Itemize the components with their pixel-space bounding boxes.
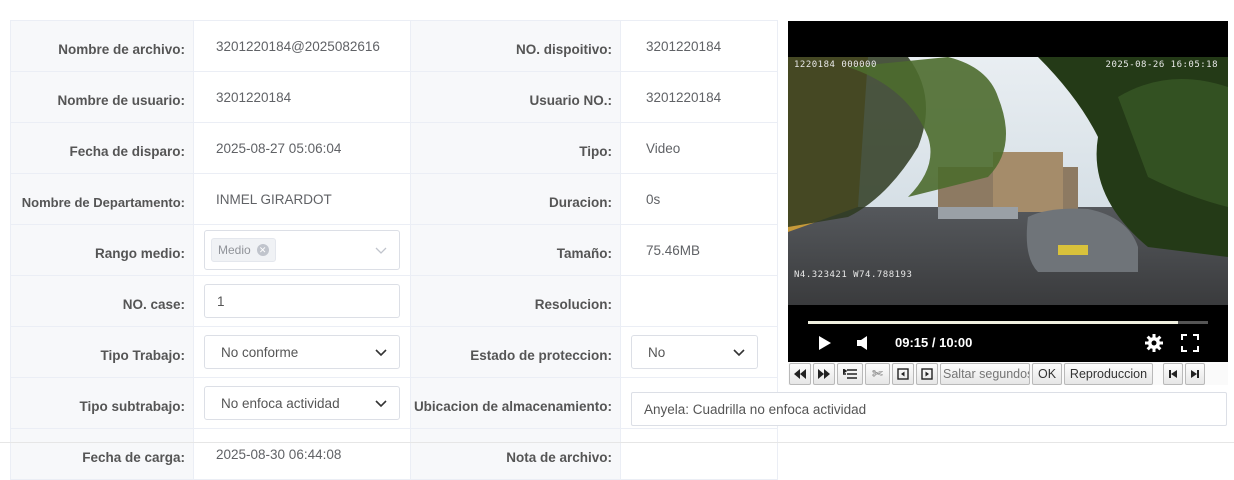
- upload-date-value: 2025-08-30 06:44:08: [193, 428, 411, 480]
- video-time-display: 09:15 / 10:00: [895, 335, 973, 350]
- department-value: INMEL GIRARDOT: [193, 173, 411, 225]
- trigger-date-label: Fecha de disparo:: [10, 122, 194, 174]
- video-progress-fill: [808, 321, 1178, 324]
- video-osd-id: 1220184 000000: [794, 60, 877, 70]
- work-type-select-value: No conforme: [221, 344, 299, 360]
- device-no-value: 3201220184: [620, 20, 778, 72]
- case-no-input[interactable]: 1: [204, 284, 400, 318]
- play-icon: [819, 336, 831, 350]
- clip-button[interactable]: ✄: [865, 362, 890, 385]
- rewind-button[interactable]: [789, 362, 811, 385]
- work-subtype-select[interactable]: No enfoca actividad: [204, 386, 400, 420]
- section-divider: [0, 442, 1234, 443]
- skip-to-start-button[interactable]: [1163, 362, 1183, 385]
- user-name-label: Nombre de usuario:: [10, 71, 194, 123]
- chevron-down-icon: [375, 349, 387, 357]
- settings-button[interactable]: [1144, 332, 1164, 354]
- protection-status-select[interactable]: No: [631, 335, 758, 369]
- user-no-value: 3201220184: [620, 71, 778, 123]
- device-no-label: NO. dispoitivo:: [410, 20, 621, 72]
- skip-seconds-field[interactable]: [940, 362, 1031, 385]
- playlist-button[interactable]: [837, 362, 863, 385]
- media-range-select[interactable]: Medio ✕: [204, 230, 400, 270]
- trigger-date-value: 2025-08-27 05:06:04: [193, 122, 411, 174]
- user-name-value: 3201220184: [193, 71, 411, 123]
- ok-button[interactable]: OK: [1032, 362, 1062, 385]
- fast-forward-icon: [818, 368, 830, 379]
- play-button[interactable]: [818, 332, 832, 354]
- file-note-label: Nota de archivo:: [410, 428, 621, 480]
- prev-frame-icon: [897, 367, 909, 380]
- video-osd-gps: N4.323421 W74.788193: [794, 270, 913, 280]
- chevron-down-icon: [733, 349, 745, 357]
- volume-icon: [857, 336, 867, 350]
- list-icon: [843, 368, 857, 379]
- department-label: Nombre de Departamento:: [10, 173, 194, 225]
- case-no-label: NO. case:: [10, 275, 194, 327]
- file-note-input[interactable]: Anyela: Cuadrilla no enfoca actividad: [631, 392, 1227, 426]
- gear-icon: [1145, 334, 1163, 352]
- video-frame: [788, 57, 1228, 305]
- media-range-tag-label: Medio: [218, 243, 251, 257]
- work-subtype-label: Tipo subtrabajo:: [10, 377, 194, 429]
- duration-label: Duracion:: [410, 173, 621, 225]
- resolution-value: [620, 275, 778, 327]
- size-label: Tamaño:: [410, 224, 621, 276]
- fullscreen-icon: [1181, 334, 1199, 352]
- video-player[interactable]: 1220184 000000 2025-08-26 16:05:18 N4.32…: [788, 21, 1228, 385]
- upload-date-label: Fecha de carga:: [10, 428, 194, 480]
- scissors-icon: ✄: [872, 365, 883, 381]
- skip-start-icon: [1169, 369, 1177, 378]
- chevron-down-icon: [375, 247, 387, 254]
- skip-to-end-button[interactable]: [1185, 362, 1205, 385]
- file-note-value: Anyela: Cuadrilla no enfoca actividad: [644, 401, 867, 417]
- file-name-label: Nombre de archivo:: [10, 20, 194, 72]
- fullscreen-button[interactable]: [1180, 332, 1200, 354]
- tag-remove-icon[interactable]: ✕: [256, 244, 269, 256]
- size-value: 75.46MB: [620, 224, 778, 276]
- storage-location-label: Ubicacion de almacenamiento:: [410, 377, 621, 429]
- work-type-label: Tipo Trabajo:: [10, 326, 194, 378]
- playback-toolbar: ✄ OK Reproduccion: [788, 362, 1228, 385]
- media-range-tag: Medio ✕: [211, 238, 276, 262]
- next-frame-icon: [921, 367, 933, 380]
- fast-forward-button[interactable]: [813, 362, 835, 385]
- work-subtype-select-value: No enfoca actividad: [221, 395, 340, 411]
- skip-end-icon: [1191, 369, 1199, 378]
- protection-status-label: Estado de proteccion:: [410, 326, 621, 378]
- duration-value: 0s: [620, 173, 778, 225]
- rewind-icon: [794, 368, 806, 379]
- case-no-input-value: 1: [217, 293, 225, 309]
- media-range-label: Rango medio:: [10, 224, 194, 276]
- video-progress-bar[interactable]: [808, 321, 1208, 324]
- next-frame-button[interactable]: [916, 362, 938, 385]
- user-no-label: Usuario NO.:: [410, 71, 621, 123]
- protection-status-select-value: No: [648, 344, 666, 360]
- resolution-label: Resolucion:: [410, 275, 621, 327]
- type-label: Tipo:: [410, 122, 621, 174]
- work-type-select[interactable]: No conforme: [204, 335, 400, 369]
- type-value: Video: [620, 122, 778, 174]
- file-name-value: 3201220184@2025082616: [193, 20, 411, 72]
- playback-button[interactable]: Reproduccion: [1064, 362, 1153, 385]
- prev-frame-button[interactable]: [892, 362, 914, 385]
- skip-seconds-input[interactable]: [941, 366, 1031, 381]
- volume-button[interactable]: [856, 332, 870, 354]
- video-osd-timestamp: 2025-08-26 16:05:18: [1105, 60, 1218, 70]
- chevron-down-icon: [375, 400, 387, 408]
